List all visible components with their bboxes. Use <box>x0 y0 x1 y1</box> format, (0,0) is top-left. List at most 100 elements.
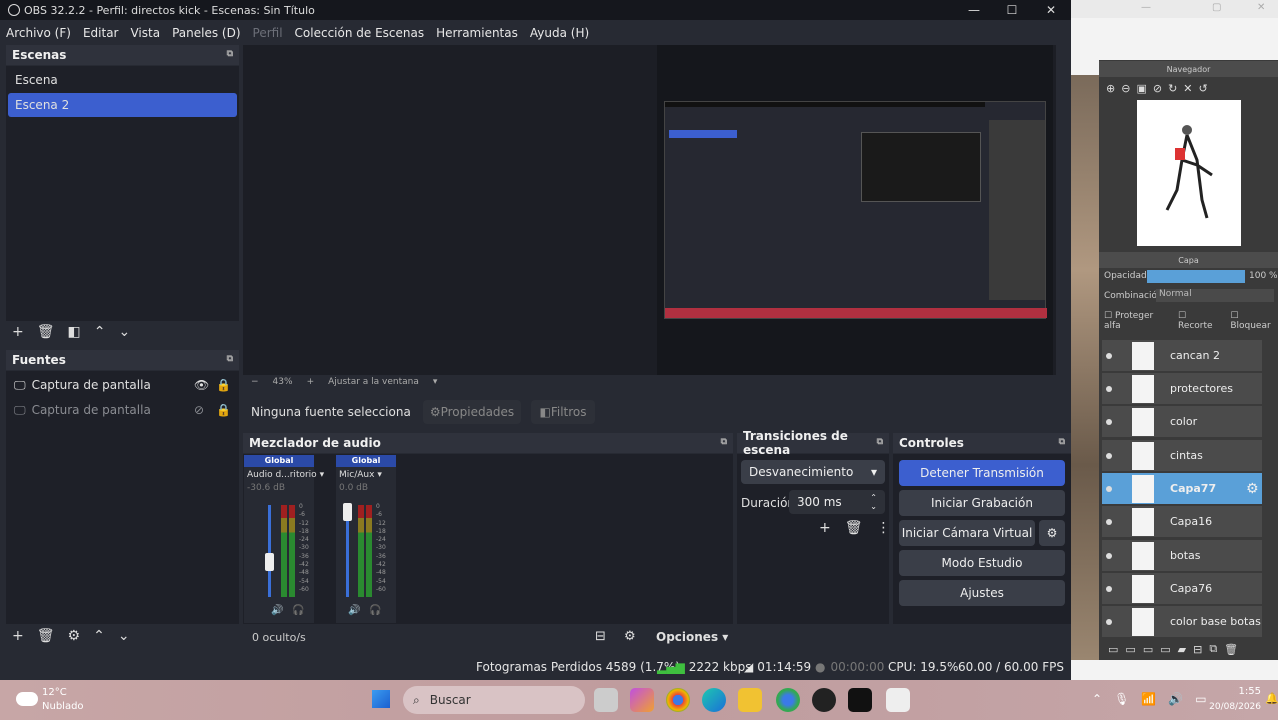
layer-row[interactable]: Capa76 <box>1102 573 1262 605</box>
layer-row[interactable]: Capa77 ⚙ <box>1102 473 1262 505</box>
menu-editar[interactable]: Editar <box>77 26 125 40</box>
zoom-out-icon[interactable]: − <box>251 377 259 387</box>
options-button[interactable]: Opciones ▾ <box>656 630 728 644</box>
duration-spinbox[interactable]: 300 ms ⌃ ⌄ <box>789 490 885 514</box>
zoom-icon[interactable]: ⊘ <box>1153 82 1162 95</box>
layer-row[interactable]: protectores <box>1102 373 1262 405</box>
blend-select[interactable]: Normal <box>1156 289 1274 302</box>
menu-coleccion[interactable]: Colección de Escenas <box>289 26 431 40</box>
chevron-down-icon[interactable]: ▾ <box>377 470 382 480</box>
menu-herramientas[interactable]: Herramientas <box>430 26 524 40</box>
volume-slider-handle[interactable] <box>343 503 352 521</box>
visibility-icon[interactable] <box>1106 352 1112 359</box>
add-source-icon[interactable]: + <box>12 628 24 644</box>
layer-row[interactable]: cintas <box>1102 440 1262 472</box>
layer-row[interactable]: Capa16 <box>1102 506 1262 538</box>
visibility-icon[interactable] <box>1106 418 1112 425</box>
clip-checkbox[interactable]: ☐ Recorte <box>1178 311 1220 331</box>
search-box[interactable]: ⌕ Buscar <box>403 686 585 714</box>
rotate-icon[interactable]: ↻ <box>1168 82 1177 95</box>
app-icon[interactable] <box>886 688 910 712</box>
clock-time[interactable]: 1:55 <box>1211 686 1261 697</box>
fit-icon[interactable]: ▣ <box>1136 82 1146 95</box>
add-transition-icon[interactable]: + <box>819 520 831 536</box>
layer-row[interactable]: color base botas <box>1102 606 1262 638</box>
remove-transition-icon[interactable]: 🗑 <box>845 520 863 536</box>
settings-button[interactable]: Ajustes <box>899 580 1065 606</box>
visibility-icon[interactable] <box>1106 618 1112 625</box>
folder-icon[interactable]: ▰ <box>1178 643 1186 656</box>
properties-button[interactable]: ⚙ Propiedades <box>423 400 521 424</box>
fit-to-window[interactable]: Ajustar a la ventana <box>328 377 419 387</box>
chrome-icon[interactable] <box>666 688 690 712</box>
eye-icon[interactable]: 👁 <box>194 378 209 392</box>
start-recording-button[interactable]: Iniciar Grabación <box>899 490 1065 516</box>
tiktok-icon[interactable] <box>848 688 872 712</box>
zoom-in-icon[interactable]: ⊕ <box>1106 82 1115 95</box>
lock-icon[interactable]: 🔒 <box>216 378 231 392</box>
copy-layer-icon[interactable]: ▭ <box>1160 643 1170 656</box>
scene-item-selected[interactable]: Escena 2 <box>8 93 237 117</box>
speaker-icon[interactable]: 🔊 <box>348 605 360 616</box>
visibility-icon[interactable] <box>1106 452 1112 459</box>
menu-vista[interactable]: Vista <box>124 26 166 40</box>
minimize-button[interactable]: — <box>955 0 993 20</box>
zoom-out-icon[interactable]: ⊖ <box>1121 82 1130 95</box>
menu-perfil[interactable]: Perfil <box>247 26 289 40</box>
chevron-down-icon[interactable]: ▾ <box>320 470 325 480</box>
task-view-icon[interactable] <box>594 688 618 712</box>
add-scene-icon[interactable]: + <box>12 324 24 340</box>
stop-stream-button[interactable]: Detener Transmisión <box>899 460 1065 486</box>
menu-archivo[interactable]: Archivo (F) <box>0 26 77 40</box>
microphone-icon[interactable]: 🎙 <box>1114 692 1129 706</box>
chevron-down-icon[interactable]: ▾ <box>433 377 438 387</box>
visibility-icon[interactable] <box>1106 385 1112 392</box>
visibility-icon[interactable] <box>1106 552 1112 559</box>
menu-ayuda[interactable]: Ayuda (H) <box>524 26 595 40</box>
wifi-icon[interactable]: 📶 <box>1141 692 1156 706</box>
scene-item[interactable]: Escena <box>8 68 237 92</box>
undock-icon[interactable]: ⧉ <box>227 354 233 364</box>
flip-icon[interactable]: ✕ <box>1183 82 1192 95</box>
delete-layer-icon[interactable]: 🗑 <box>1224 643 1238 656</box>
eye-hidden-icon[interactable]: ⊘ <box>194 403 204 417</box>
maximize-button[interactable]: ☐ <box>993 0 1031 20</box>
source-item[interactable]: 🖵 Captura de pantalla 👁 🔒 <box>14 374 236 396</box>
close-button[interactable]: ✕ <box>1032 0 1070 20</box>
headphones-icon[interactable]: 🎧 <box>369 605 381 616</box>
edge-icon[interactable] <box>702 688 726 712</box>
reset-icon[interactable]: ↺ <box>1199 82 1208 95</box>
copilot-icon[interactable] <box>630 688 654 712</box>
headphones-icon[interactable]: 🎧 <box>292 605 304 616</box>
move-down-icon[interactable]: ⌄ <box>118 324 130 340</box>
close-icon[interactable]: ✕ <box>1257 2 1265 13</box>
file-explorer-icon[interactable] <box>738 688 762 712</box>
layer-row[interactable]: botas <box>1102 540 1262 572</box>
visibility-icon[interactable] <box>1106 585 1112 592</box>
volume-slider-handle[interactable] <box>265 553 274 571</box>
move-up-icon[interactable]: ⌃ <box>94 324 106 340</box>
undock-icon[interactable]: ⧉ <box>227 49 233 59</box>
gear-icon[interactable]: ⚙ <box>1246 481 1259 497</box>
mixer-settings-icon[interactable]: ⚙ <box>624 629 636 644</box>
new-raster-icon[interactable]: ▭ <box>1143 643 1153 656</box>
obs-taskbar-icon[interactable] <box>812 688 836 712</box>
lock-icon[interactable]: 🔒 <box>216 403 231 417</box>
remove-source-icon[interactable]: 🗑 <box>37 628 55 644</box>
chrome-profile-icon[interactable] <box>776 688 800 712</box>
new-layer-icon[interactable]: ▭ <box>1108 643 1118 656</box>
zoom-in-icon[interactable]: + <box>307 377 315 387</box>
virtual-camera-button[interactable]: Iniciar Cámara Virtual <box>899 520 1035 546</box>
chevron-up-icon[interactable]: ⌃ <box>1092 692 1102 706</box>
windows-start-icon[interactable] <box>372 690 390 708</box>
protect-alpha-checkbox[interactable]: ☐ Proteger alfa <box>1104 311 1168 331</box>
lock-checkbox[interactable]: ☐ Bloquear <box>1230 311 1278 331</box>
more-icon[interactable]: ⋮ <box>877 520 891 536</box>
visibility-icon[interactable] <box>1106 518 1112 525</box>
undock-icon[interactable]: ⧉ <box>877 437 883 447</box>
volume-icon[interactable]: 🔊 <box>1168 692 1183 706</box>
preview-area[interactable]: − 43% + Ajustar a la ventana ▾ <box>243 45 1056 387</box>
mixer-layout-icon[interactable]: ⊟ <box>595 629 606 644</box>
speaker-icon[interactable]: 🔊 <box>271 605 283 616</box>
source-properties-icon[interactable]: ⚙ <box>68 628 81 644</box>
